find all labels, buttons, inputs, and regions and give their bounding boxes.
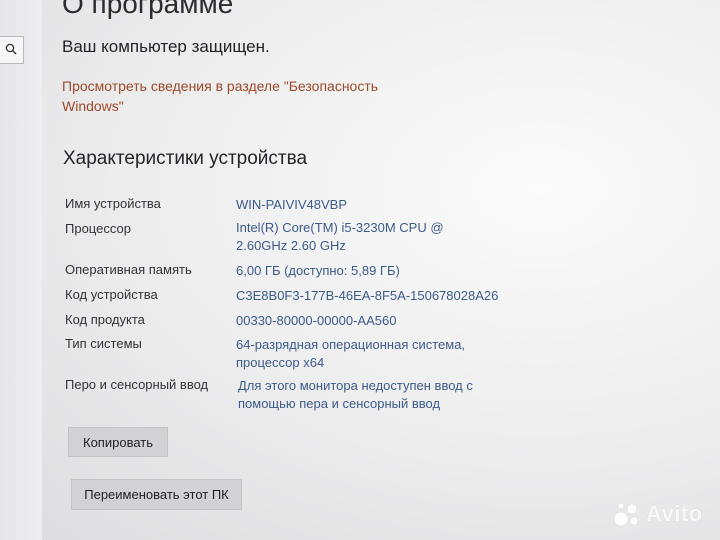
spec-value: 00330-80000-00000-AA560 <box>236 313 397 328</box>
spec-label: Процессор <box>65 221 131 236</box>
windows-security-link[interactable]: Просмотреть сведения в разделе "Безопасн… <box>62 76 382 116</box>
spec-label: Тип системы <box>65 336 142 351</box>
search-box[interactable] <box>0 36 24 64</box>
avito-logo-icon <box>613 502 639 527</box>
copy-button[interactable]: Копировать <box>68 427 168 457</box>
avito-watermark-text: Avito <box>646 501 703 526</box>
spec-label: Код устройства <box>65 287 158 302</box>
rename-pc-button[interactable]: Переименовать этот ПК <box>71 479 242 510</box>
spec-value: 64-разрядная операционная система, проце… <box>236 337 466 370</box>
avito-watermark: Avito <box>612 498 703 530</box>
spec-value: Для этого монитора недоступен ввод с пом… <box>238 378 473 411</box>
spec-label: Перо и сенсорный ввод <box>65 377 209 392</box>
settings-sidebar <box>0 0 42 540</box>
spec-value: 6,00 ГБ (доступно: 5,89 ГБ) <box>236 263 400 278</box>
spec-value: WIN-PAIVIV48VBP <box>236 197 348 212</box>
spec-label: Имя устройства <box>65 196 161 211</box>
device-specs-heading: Характеристики устройства <box>63 148 308 169</box>
spec-label: Код продукта <box>65 312 145 327</box>
spec-value: C3E8B0F3-177B-46EA-8F5A-150678028A26 <box>236 288 499 303</box>
spec-label: Оперативная память <box>65 262 192 277</box>
protection-status: Ваш компьютер защищен. <box>62 37 270 56</box>
search-icon <box>5 43 17 55</box>
spec-value: Intel(R) Core(TM) i5-3230M CPU @ 2.60GHz… <box>236 220 444 253</box>
page-title: О программе <box>62 0 234 19</box>
